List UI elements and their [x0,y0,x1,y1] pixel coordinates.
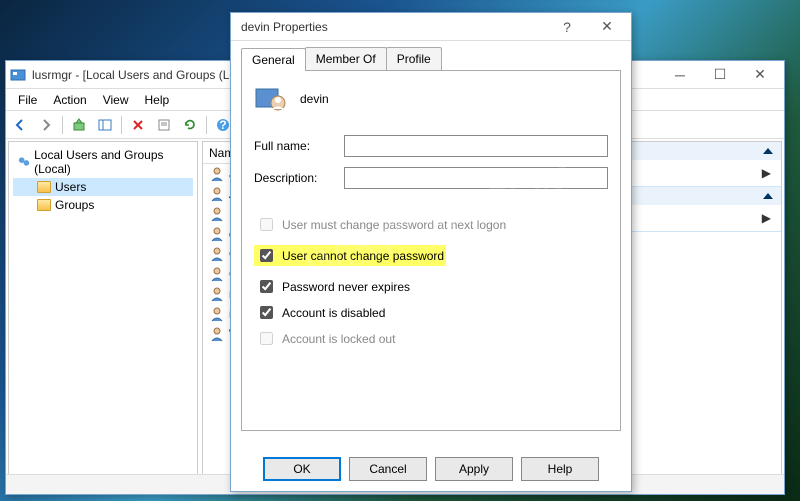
fullname-label: Full name: [254,139,344,153]
tree-root[interactable]: Local Users and Groups (Local) [13,146,193,178]
check-must-change-label: User must change password at next logon [282,218,506,232]
check-never-expires-row[interactable]: Password never expires [254,276,608,297]
menu-action[interactable]: Action [45,91,94,109]
svg-text:?: ? [219,118,226,132]
user-icon [209,266,225,282]
tree-users-label: Users [55,180,86,194]
description-input[interactable] [344,167,608,189]
tab-member-of[interactable]: Member Of [305,47,387,70]
close-button[interactable]: ✕ [740,62,780,88]
check-locked-label: Account is locked out [282,332,395,346]
toolbar-separator [206,116,207,134]
check-locked-row: Account is locked out [254,328,608,349]
description-label: Description: [254,171,344,185]
tree-groups[interactable]: Groups [13,196,193,214]
delete-button[interactable] [126,114,150,136]
toolbar-separator [62,116,63,134]
forward-button[interactable] [34,114,58,136]
chevron-right-icon: ▶ [762,166,771,180]
tab-general[interactable]: General [241,48,306,71]
user-icon [209,326,225,342]
user-icon [254,83,286,115]
button-bar: OK Cancel Apply Help [231,449,631,489]
check-disabled[interactable] [260,306,273,319]
user-icon [209,166,225,182]
ok-button[interactable]: OK [263,457,341,481]
check-disabled-row[interactable]: Account is disabled [254,302,608,323]
user-icon [209,206,225,222]
collapse-icon [763,193,773,199]
help-button[interactable]: ? [547,14,587,40]
tabs: General Member Of Profile [241,47,621,71]
menu-file[interactable]: File [10,91,45,109]
check-must-change [260,218,273,231]
tab-profile[interactable]: Profile [386,47,442,70]
check-disabled-label: Account is disabled [282,306,385,320]
tab-panel-general: devin Full name: Description: User must … [241,71,621,431]
username-display: devin [300,92,329,106]
folder-icon [37,199,51,211]
check-never-expires[interactable] [260,280,273,293]
fullname-input[interactable] [344,135,608,157]
tree-pane: Local Users and Groups (Local) Users Gro… [8,141,198,492]
check-cannot-change-row[interactable]: User cannot change password [254,245,446,266]
minimize-button[interactable]: ─ [660,62,700,88]
check-cannot-change-label: User cannot change password [282,249,444,263]
close-button[interactable]: ✕ [587,14,627,40]
check-locked [260,332,273,345]
help-button[interactable]: Help [521,457,599,481]
show-hide-button[interactable] [93,114,117,136]
menu-view[interactable]: View [95,91,137,109]
check-cannot-change[interactable] [260,249,273,262]
up-button[interactable] [67,114,91,136]
cancel-button[interactable]: Cancel [349,457,427,481]
toolbar-separator [121,116,122,134]
chevron-right-icon: ▶ [762,211,771,225]
tree-groups-label: Groups [55,198,94,212]
maximize-button[interactable]: ☐ [700,62,740,88]
user-icon [209,306,225,322]
collapse-icon [763,148,773,154]
apply-button[interactable]: Apply [435,457,513,481]
menu-help[interactable]: Help [137,91,178,109]
folder-icon [37,181,51,193]
back-button[interactable] [8,114,32,136]
user-icon [209,186,225,202]
user-icon [209,226,225,242]
user-icon [209,286,225,302]
users-groups-icon [17,155,30,169]
tree-users[interactable]: Users [13,178,193,196]
user-icon [209,246,225,262]
check-never-expires-label: Password never expires [282,280,410,294]
props-title: devin Properties [235,20,547,34]
check-must-change-row: User must change password at next logon [254,214,608,235]
mmc-icon [10,67,26,83]
props-titlebar[interactable]: devin Properties ? ✕ [231,13,631,41]
tree-root-label: Local Users and Groups (Local) [34,148,193,176]
refresh-button[interactable] [178,114,202,136]
properties-dialog: devin Properties ? ✕ General Member Of P… [230,12,632,492]
properties-button[interactable] [152,114,176,136]
